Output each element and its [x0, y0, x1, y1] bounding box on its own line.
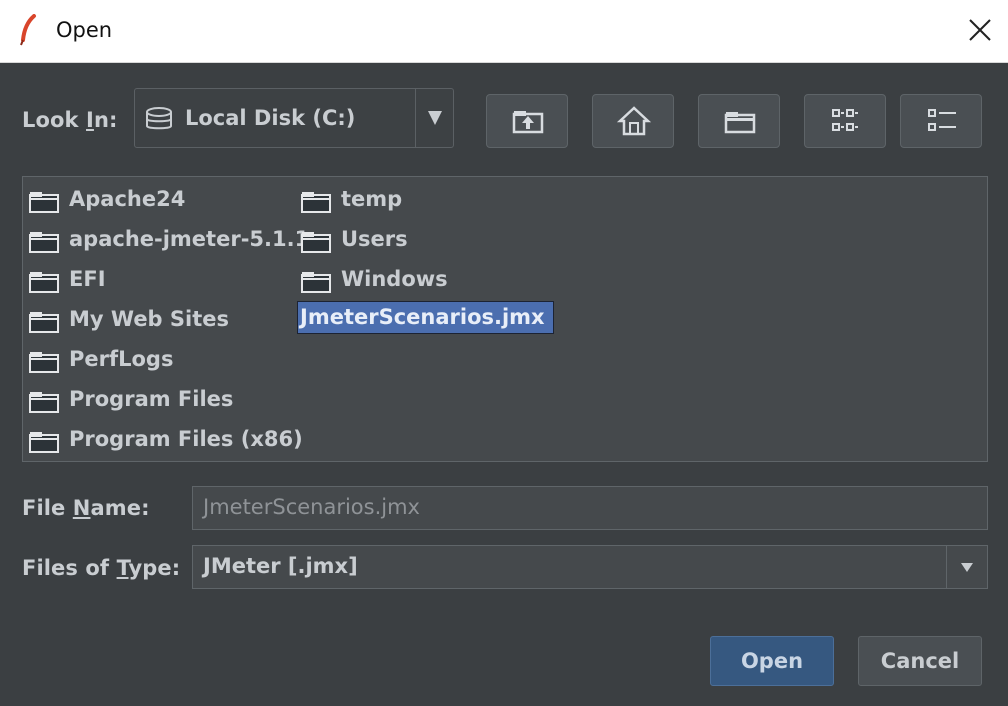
folder-icon — [29, 272, 59, 293]
list-item[interactable]: Apache24 — [25, 183, 293, 217]
list-item[interactable]: Users — [297, 223, 557, 257]
file-name-label: File Name: — [22, 496, 150, 520]
look-in-dropdown[interactable]: Local Disk (C:) — [134, 88, 454, 148]
close-icon[interactable] — [962, 12, 998, 48]
details-view-button[interactable] — [900, 94, 982, 148]
list-item[interactable]: temp — [297, 183, 557, 217]
disk-icon — [146, 107, 172, 130]
list-item[interactable]: PerfLogs — [25, 343, 293, 377]
look-in-label: Look In: — [22, 108, 118, 132]
folder-icon — [29, 432, 59, 453]
folder-icon — [29, 232, 59, 253]
title-bar: Open — [0, 0, 1008, 63]
folder-icon — [301, 192, 331, 213]
files-of-type-label: Files of Type: — [22, 556, 181, 580]
open-button[interactable]: Open — [710, 636, 834, 686]
folder-icon — [301, 232, 331, 253]
list-item[interactable]: apache-jmeter-5.1.1 — [25, 223, 309, 257]
selected-file-item[interactable]: JmeterScenarios.jmx — [297, 301, 567, 335]
home-icon — [617, 106, 651, 136]
list-item[interactable]: Windows — [297, 263, 557, 297]
home-button[interactable] — [592, 94, 674, 148]
up-one-level-button[interactable] — [486, 94, 568, 148]
folder-icon — [29, 352, 59, 373]
folder-icon — [301, 272, 331, 293]
folder-icon — [29, 192, 59, 213]
window-title: Open — [56, 18, 113, 42]
files-of-type-dropdown[interactable]: JMeter [.jmx] — [192, 545, 988, 589]
look-in-dropdown-arrow[interactable] — [415, 89, 454, 147]
file-name-input[interactable]: JmeterScenarios.jmx — [192, 486, 988, 530]
files-of-type-value: JMeter [.jmx] — [203, 554, 358, 578]
details-view-icon — [928, 109, 956, 131]
list-item[interactable]: EFI — [25, 263, 293, 297]
look-in-value: Local Disk (C:) — [185, 106, 356, 130]
folder-icon — [29, 392, 59, 413]
list-item[interactable]: My Web Sites — [25, 303, 293, 337]
new-folder-button[interactable] — [698, 94, 780, 148]
new-folder-icon — [724, 112, 756, 134]
chevron-down-icon — [961, 563, 973, 572]
list-view-icon — [832, 109, 858, 131]
list-view-button[interactable] — [804, 94, 886, 148]
file-list[interactable]: Apache24 apache-jmeter-5.1.1 EFI My Web … — [22, 176, 988, 462]
list-item[interactable]: Program Files (x86) — [25, 423, 303, 457]
up-one-level-icon — [512, 111, 544, 134]
selected-file-name: JmeterScenarios.jmx — [297, 301, 554, 334]
chevron-down-icon — [428, 111, 442, 125]
cancel-button[interactable]: Cancel — [858, 636, 982, 686]
feather-icon — [20, 14, 36, 46]
file-name-value: JmeterScenarios.jmx — [203, 495, 420, 519]
folder-icon — [29, 312, 59, 333]
list-item[interactable]: Program Files — [25, 383, 293, 417]
files-of-type-dropdown-arrow[interactable] — [946, 546, 987, 588]
